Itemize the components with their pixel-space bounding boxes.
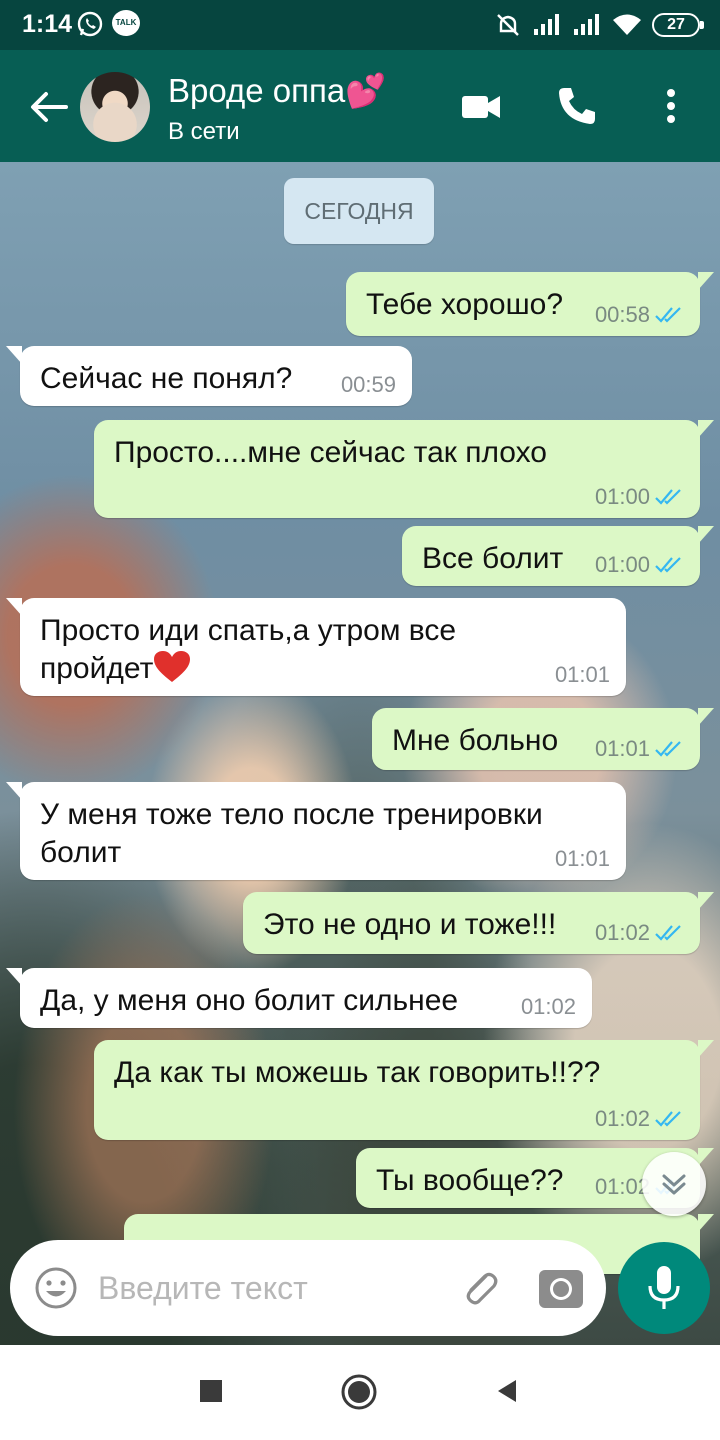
message-time: 01:01 [554,846,610,871]
signal-icon [574,14,599,35]
outgoing-message[interactable]: Просто....мне сейчас так плохо 01:00 [94,420,714,518]
message-meta: 01:00 [595,552,684,578]
status-time: 1:14 [22,10,73,38]
message-text: Мне больно [392,724,559,757]
outgoing-message[interactable]: Да как ты можешь так говорить!!?? 01:02 [94,1040,714,1140]
message-text: Сейчас не понял? [40,362,293,395]
message-text: Просто иди спать,а утром все пройдет [40,612,456,688]
message-meta: 01:01 [555,662,610,688]
message-time: 01:00 [594,552,650,577]
message-time: 00:58 [594,302,650,327]
video-call-icon[interactable] [460,84,502,128]
incoming-message[interactable]: Да, у меня оно болит сильнее 01:02 [6,968,592,1028]
phone-icon[interactable] [556,84,598,128]
talk-icon: TALK [112,10,140,36]
message-time: 01:02 [594,1106,650,1131]
message-line: У меня тоже тело после тренировки [40,798,543,831]
date-divider: СЕГОДНЯ [284,178,434,244]
chevron-down-icon [662,1174,686,1195]
double-check-icon [655,925,681,941]
message-meta: 01:00 [595,484,684,510]
contact-status: В сети [168,118,240,145]
incoming-message[interactable]: Сейчас не понял? 00:59 [6,346,412,406]
mic-icon [648,1266,680,1309]
message-composer [10,1240,606,1336]
nav-square-icon[interactable] [198,1377,224,1405]
message-time: 01:00 [594,484,650,509]
message-meta: 01:01 [555,846,610,872]
scroll-down-button[interactable] [642,1152,706,1216]
message-time: 01:02 [520,994,576,1019]
mute-icon [497,14,519,36]
status-bar: 1:14 TALK 27 [0,0,720,50]
outgoing-message[interactable]: Тебе хорошо? 00:58 [346,272,714,336]
double-check-icon [655,307,681,323]
message-time: 01:01 [554,662,610,687]
message-text: Все болит [422,542,564,575]
message-text: Да как ты можешь так говорить!!?? [114,1056,601,1089]
message-time: 00:59 [340,372,396,397]
message-meta: 01:02 [595,1106,684,1132]
message-time: 01:01 [594,736,650,761]
more-options-icon[interactable] [660,84,682,128]
avatar[interactable] [80,72,150,142]
attach-icon[interactable] [456,1264,504,1312]
message-meta: 01:01 [595,736,684,762]
message-text: Просто....мне сейчас так плохо [114,436,547,469]
red-heart-emoji [154,651,191,682]
system-nav-bar [0,1345,720,1440]
message-text: Ты вообще?? [376,1164,564,1197]
battery-icon: 27 [652,13,704,37]
wifi-icon [613,14,641,35]
nav-back-icon[interactable] [494,1377,520,1405]
double-check-icon [655,741,681,757]
message-time: 01:02 [594,920,650,945]
emoji-icon[interactable] [34,1266,78,1310]
message-input[interactable] [98,1260,428,1316]
message-line: Просто иди спать,а утром все [40,614,457,647]
message-meta: 00:58 [595,302,684,328]
mic-button[interactable] [618,1242,710,1334]
outgoing-message[interactable]: Все болит 01:00 [402,526,714,586]
message-text: Да, у меня оно болит сильнее [40,984,459,1017]
incoming-message[interactable]: У меня тоже тело после тренировки болит … [6,782,626,880]
double-check-icon [655,557,681,573]
outgoing-message[interactable]: Это не одно и тоже!!! 01:02 [243,892,714,954]
chat-area[interactable]: СЕГОДНЯ Тебе хорошо? 00:58 Сейчас не пон… [0,162,720,1345]
message-line: болит [40,836,122,869]
nav-home-icon[interactable] [340,1373,378,1411]
camera-icon[interactable] [538,1266,584,1310]
signal-icon [534,14,559,35]
message-meta: 01:02 [595,920,684,946]
double-check-icon [655,489,681,505]
incoming-message[interactable]: Просто иди спать,а утром все пройдет 01:… [6,598,626,696]
message-meta: 00:59 [341,372,396,398]
message-text: Это не одно и тоже!!! [263,908,557,941]
contact-name[interactable]: Вроде оппа💕 [168,72,386,111]
back-arrow-icon[interactable] [26,84,72,130]
whatsapp-icon [77,11,103,37]
outgoing-message[interactable]: Мне больно 01:01 [372,708,714,770]
message-text: У меня тоже тело после тренировки болит [40,796,543,872]
status-icons: 27 [494,10,704,40]
message-text: Тебе хорошо? [366,288,564,321]
double-check-icon [655,1111,681,1127]
message-meta: 01:02 [521,994,576,1020]
message-line: пройдет [40,652,154,685]
chat-header: Вроде оппа💕 В сети [0,50,720,162]
